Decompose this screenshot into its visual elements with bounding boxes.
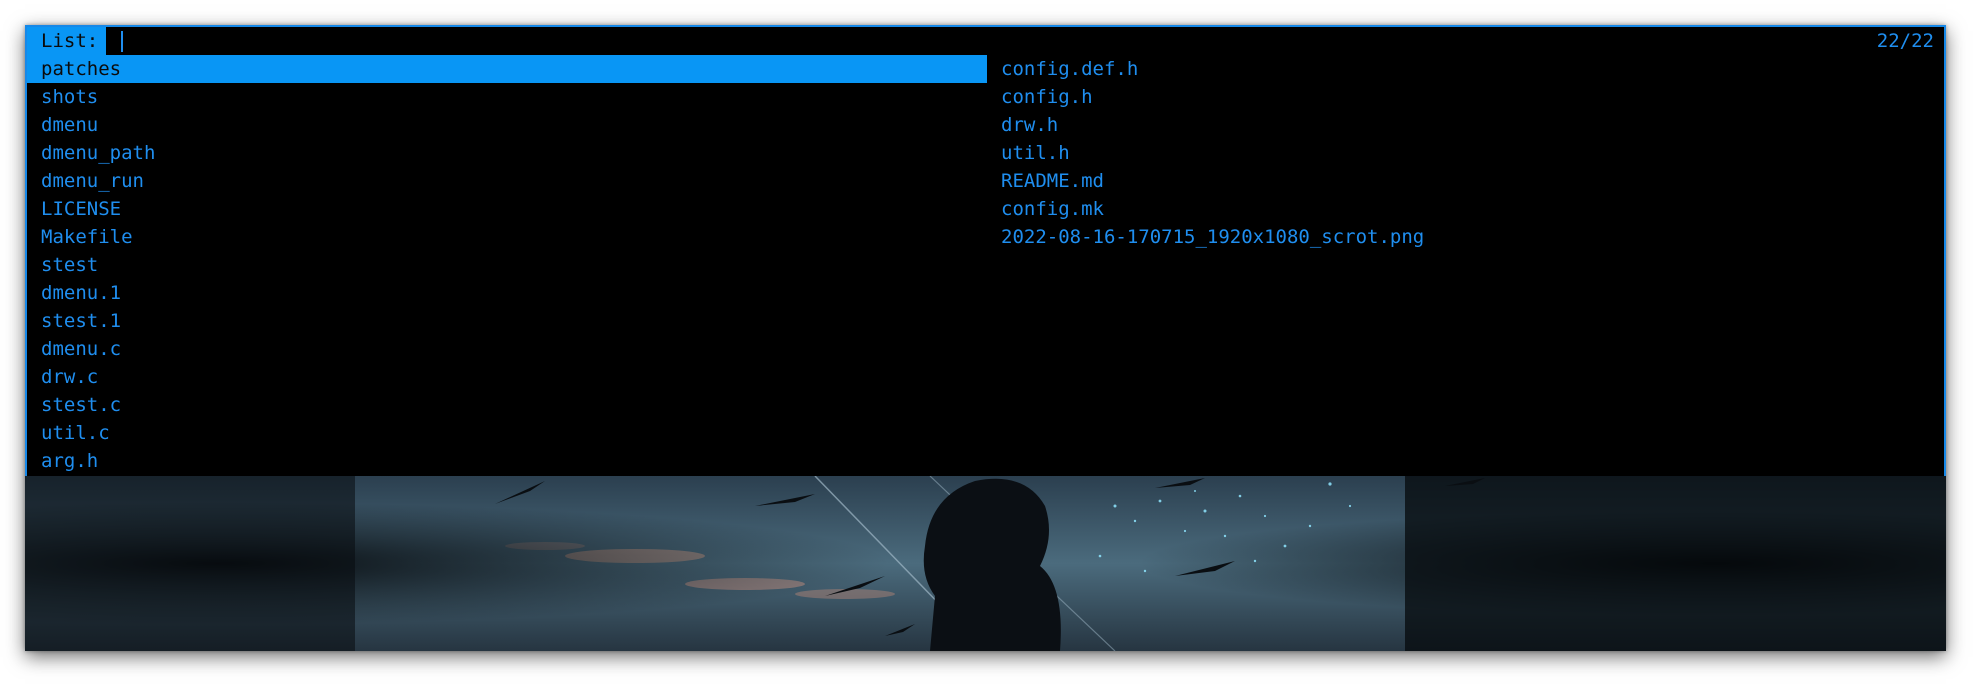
list-item[interactable]: stest.1 [27, 307, 987, 335]
prompt-label: List: [27, 27, 107, 55]
prompt-bar: List: 22/22 [27, 27, 1944, 55]
list-item[interactable]: dmenu.c [27, 335, 987, 363]
list-item[interactable]: drw.h [987, 111, 1942, 139]
list-item[interactable]: dmenu.1 [27, 279, 987, 307]
list-item[interactable]: drw.c [27, 363, 987, 391]
list-item[interactable]: Makefile [27, 223, 987, 251]
list-item[interactable]: stest [27, 251, 987, 279]
list-item[interactable]: config.h [987, 83, 1942, 111]
match-count: 22/22 [1876, 30, 1934, 52]
dmenu-window: List: 22/22 patches shots dmenu dmenu_pa… [25, 25, 1946, 478]
list-item[interactable]: config.def.h [987, 55, 1942, 83]
list-item[interactable]: dmenu_run [27, 167, 987, 195]
list-item[interactable]: 2022-08-16-170715_1920x1080_scrot.png [987, 223, 1942, 251]
desktop-screen: List: 22/22 patches shots dmenu dmenu_pa… [25, 25, 1946, 651]
list-item[interactable]: LICENSE [27, 195, 987, 223]
list-item[interactable]: shots [27, 83, 987, 111]
list-item[interactable]: util.h [987, 139, 1942, 167]
list-item[interactable]: dmenu [27, 111, 987, 139]
text-caret [121, 31, 123, 52]
list-item[interactable]: config.mk [987, 195, 1942, 223]
list-item[interactable]: stest.c [27, 391, 987, 419]
item-list-right: config.def.h config.h drw.h util.h READM… [987, 55, 1942, 251]
list-item[interactable]: arg.h [27, 447, 987, 475]
wallpaper-artwork [25, 476, 1946, 651]
list-item-selected[interactable]: patches [27, 55, 987, 83]
list-item[interactable]: README.md [987, 167, 1942, 195]
list-item[interactable]: dmenu_path [27, 139, 987, 167]
list-item[interactable]: util.c [27, 419, 987, 447]
filter-input[interactable] [115, 27, 1815, 55]
desktop-wallpaper [25, 476, 1946, 651]
item-list-left: patches shots dmenu dmenu_path dmenu_run… [27, 55, 987, 475]
